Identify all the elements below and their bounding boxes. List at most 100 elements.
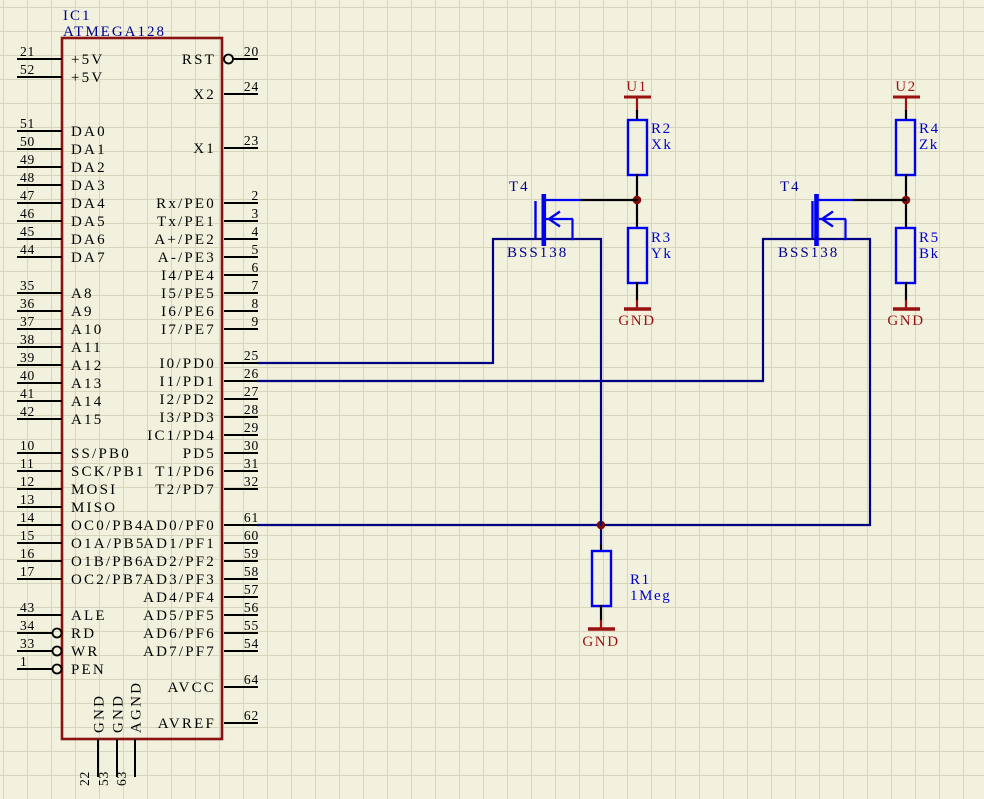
pin-number: 32 — [244, 474, 259, 489]
pin-number: 24 — [244, 79, 259, 94]
schematic-canvas: IC1 ATMEGA128 21 +5V 52 +5V 51 DA0 50 DA1 49 DA2 4… — [0, 0, 984, 799]
pin-number: 42 — [20, 404, 35, 419]
pin-name: DA7 — [71, 250, 107, 266]
ground-symbol-1[interactable]: GND — [618, 300, 655, 329]
pin-invert-circle-33[interactable] — [51, 645, 63, 657]
pin-number: 33 — [20, 636, 35, 651]
pin-name: I5/PE5 — [161, 286, 216, 302]
pin-invert-circle-20[interactable] — [223, 53, 234, 65]
ic-pins-right: 20 RST 24 X2 23 X1 2 Rx/PE0 3 Tx/PE1 4 A+/PE2 5 A-/PE… — [143, 44, 259, 732]
resistor-r5[interactable]: R5 Bk — [894, 226, 940, 285]
pin-number: 49 — [20, 152, 35, 167]
pin-name: DA1 — [71, 142, 107, 158]
transistor-value: BSS138 — [778, 245, 839, 261]
ic-pins-bottom: 22 GND 53 GND 63 AGND — [77, 681, 145, 786]
ground-label: GND — [582, 634, 619, 650]
pin-number: 60 — [244, 528, 259, 543]
ic-pins-left: 21 +5V 52 +5V 51 DA0 50 DA1 49 DA2 48 DA3 47 DA4 46 DA5… — [17, 44, 146, 678]
pin-number: 50 — [20, 134, 35, 149]
schematic-svg: IC1 ATMEGA128 21+5V52+5V51DA050DA149DA24… — [17, 8, 940, 786]
transistor-t4-left[interactable]: T4 BSS138 — [507, 179, 582, 261]
pin-name: O1A/PB5 — [71, 536, 146, 552]
pin-name: WR — [71, 644, 100, 660]
supply-u1[interactable]: U1 — [624, 79, 651, 111]
pin-number: 28 — [244, 402, 259, 417]
pin-name: A10 — [71, 322, 103, 338]
pin-number: 61 — [244, 510, 259, 525]
pin-number: 38 — [20, 332, 35, 347]
pin-number: 41 — [20, 386, 35, 401]
supply-label: U2 — [895, 79, 917, 95]
ic-ref-label: IC1 — [63, 8, 92, 24]
pin-invert-circle-1[interactable] — [51, 663, 63, 675]
pin-name: DA2 — [71, 160, 107, 176]
pin-name: Rx/PE0 — [156, 196, 216, 212]
pin-number: 57 — [244, 582, 259, 597]
pin-number: 23 — [244, 133, 259, 148]
pin-number: 64 — [244, 672, 259, 687]
pin-number: 44 — [20, 242, 35, 257]
pin-name: I1/PD1 — [159, 374, 216, 390]
pin-number: 55 — [244, 618, 259, 633]
resistor-ref: R3 — [651, 230, 672, 246]
pin-name: AD6/PF6 — [143, 626, 216, 642]
pin-name: RD — [71, 626, 96, 642]
resistor-body[interactable] — [590, 549, 613, 608]
pin-number: 8 — [251, 296, 259, 311]
resistor-r4[interactable]: R4 Zk — [894, 118, 940, 177]
resistor-body[interactable] — [894, 226, 917, 285]
pin-name: T2/PD7 — [155, 482, 216, 498]
pin-number: 58 — [244, 564, 259, 579]
pin-name: IC1/PD4 — [147, 428, 216, 444]
pin-name: I7/PE7 — [161, 322, 216, 338]
pin-number: 56 — [244, 600, 259, 615]
net-ad0pf0[interactable] — [257, 238, 872, 546]
pin-name: X2 — [193, 87, 216, 103]
resistor-value: Zk — [919, 137, 939, 153]
pin-number: 15 — [20, 528, 35, 543]
pin-invert-circle-34[interactable] — [51, 627, 63, 639]
pin-name: DA0 — [71, 124, 107, 140]
pin-name: MOSI — [71, 482, 117, 498]
pin-name: DA4 — [71, 196, 107, 212]
pin-number: 35 — [20, 278, 35, 293]
resistor-r1[interactable]: R1 1Meg — [590, 549, 671, 608]
pin-name: AD1/PF1 — [143, 536, 216, 552]
transistor-ref: T4 — [780, 179, 801, 195]
resistor-r2[interactable]: R2 Xk — [626, 118, 673, 177]
resistor-body[interactable] — [626, 226, 649, 285]
pin-number: 7 — [251, 278, 259, 293]
pin-number: 34 — [20, 618, 35, 633]
pin-name: ALE — [71, 608, 107, 624]
pin-number: 13 — [20, 492, 35, 507]
resistor-ref: R2 — [651, 121, 672, 137]
pin-number: 22 — [77, 771, 92, 786]
ic-ic1[interactable]: IC1 ATMEGA128 21+5V52+5V51DA050DA149DA24… — [17, 8, 259, 786]
transistor-t4-right[interactable]: T4 BSS138 — [778, 179, 855, 261]
net-i0pd0[interactable] — [257, 238, 495, 365]
ground-symbol-3[interactable]: GND — [582, 620, 619, 650]
supply-u2[interactable]: U2 — [893, 79, 920, 111]
pin-number: 63 — [114, 771, 129, 786]
pin-name: PEN — [71, 662, 106, 678]
pin-number: 17 — [20, 564, 35, 579]
supply-label: U1 — [626, 79, 648, 95]
pin-name: AD0/PF0 — [143, 518, 216, 534]
pin-name: I2/PD2 — [159, 392, 216, 408]
pin-name: A13 — [71, 376, 103, 392]
ground-symbol-2[interactable]: GND — [887, 300, 924, 329]
resistor-body[interactable] — [894, 118, 917, 177]
pin-number: 54 — [244, 636, 259, 651]
pin-name: I0/PD0 — [159, 356, 216, 372]
pin-name: I3/PD3 — [159, 410, 216, 426]
pin-name: OC0/PB4 — [71, 518, 145, 534]
resistor-r3[interactable]: R3 Yk — [626, 226, 673, 285]
pin-number: 2 — [251, 188, 259, 203]
pin-number: 25 — [244, 348, 259, 363]
pin-number: 20 — [244, 44, 259, 59]
pin-name: RST — [182, 52, 216, 68]
resistor-body[interactable] — [626, 118, 649, 177]
pin-number: 37 — [20, 314, 35, 329]
pin-name: A14 — [71, 394, 103, 410]
ground-label: GND — [618, 313, 655, 329]
